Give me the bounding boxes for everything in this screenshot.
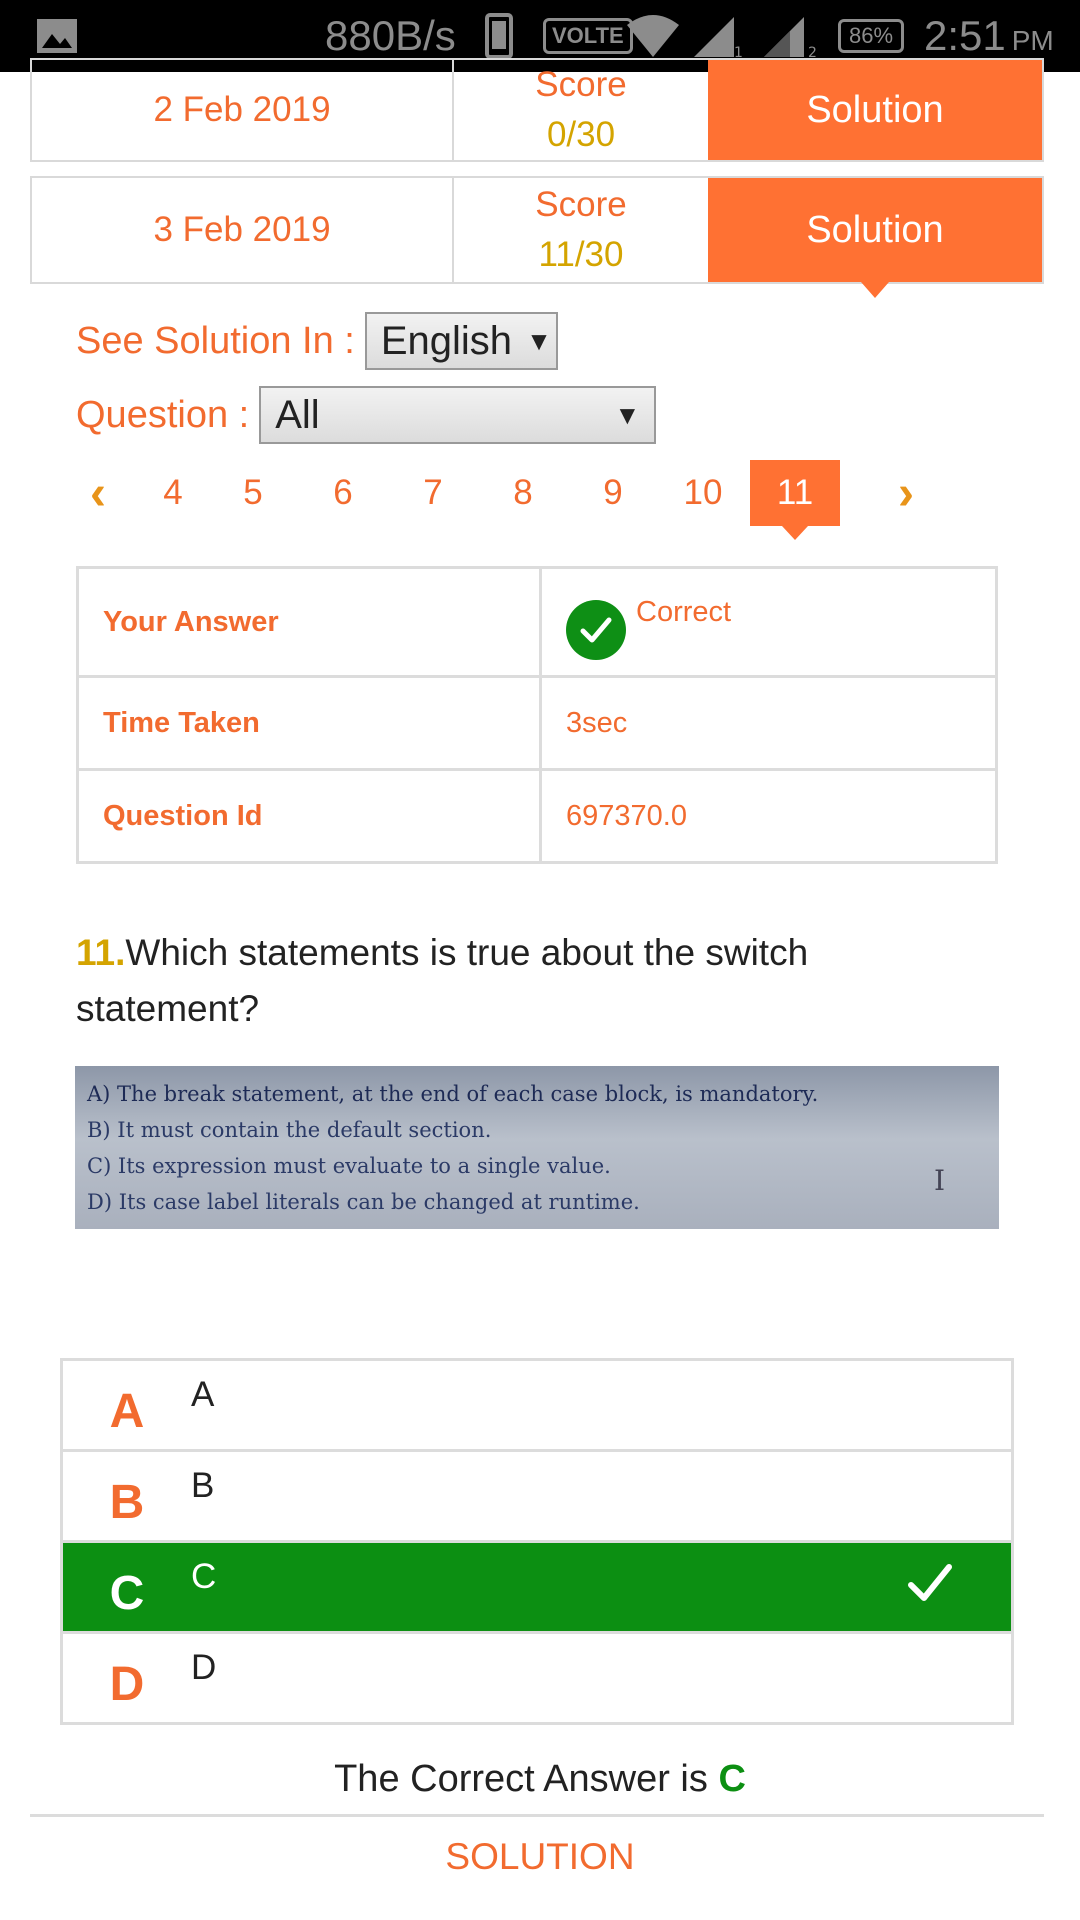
option-a[interactable]: A A [63,1361,1011,1449]
correct-answer-value: C [718,1758,746,1800]
question-image-line: D) Its case label literals can be change… [87,1190,640,1214]
correct-answer-line: The Correct Answer is C [0,1758,1080,1801]
option-text: C [191,1557,217,1596]
answer-options: A A B B C C D D [60,1358,1014,1725]
question-image-line: B) It must contain the default section. [87,1118,492,1142]
table-row: Question Id 697370.0 [76,768,998,864]
question-number: 11. [76,932,126,973]
chevron-left-icon[interactable]: ‹ [76,460,120,526]
page-item[interactable]: 8 [494,460,552,526]
option-letter: A [109,1384,145,1438]
chevron-right-icon[interactable]: › [884,460,928,526]
attempt-score: Score 11/30 [454,178,708,282]
correct-answer-prefix: The Correct Answer is [334,1758,708,1800]
page-item[interactable]: 9 [584,460,642,526]
attempt-date: 3 Feb 2019 [32,178,454,282]
language-selector-row: See Solution In : English ▼ [76,312,558,370]
question-image-line: A) The break statement, at the end of ea… [87,1082,819,1106]
option-b[interactable]: B B [63,1449,1011,1540]
score-label: Score [535,185,627,224]
page-item[interactable]: 5 [224,460,282,526]
option-text: B [191,1466,215,1505]
solution-link[interactable]: SOLUTION [0,1836,1080,1878]
option-letter: C [109,1566,145,1620]
table-row: Time Taken 3sec [76,675,998,771]
score-label: Score [535,65,627,104]
question-filter-label: Question : [76,393,250,436]
question-filter-selected: All [275,392,320,437]
svg-text:1: 1 [734,45,743,59]
divider [30,1814,1044,1817]
page-item[interactable]: 6 [314,460,372,526]
table-row: Your Answer Correct [76,566,998,678]
question-image-line: C) Its expression must evaluate to a sin… [87,1154,611,1178]
solution-button[interactable]: Solution [708,60,1042,160]
question-id-value: 697370.0 [539,768,998,864]
question-text: 11.Which statements is true about the sw… [76,925,976,1037]
dropdown-arrow-icon: ▼ [614,399,641,430]
time-taken-label: Time Taken [76,675,542,771]
attempt-row: 3 Feb 2019 Score 11/30 Solution [30,176,1044,298]
page-item[interactable]: 10 [666,460,740,526]
clock-time: 2:51 [924,12,1006,59]
language-dropdown[interactable]: English ▼ [364,312,558,370]
attempt-date: 2 Feb 2019 [32,60,454,160]
your-answer-label: Your Answer [76,566,542,678]
checkmark-icon [907,1561,953,1610]
language-selected: English [380,318,513,363]
option-c[interactable]: C C [63,1540,1011,1631]
question-body: Which statements is true about the switc… [76,932,809,1029]
option-letter: D [109,1657,145,1711]
question-filter-row: Question : All ▼ [76,386,657,444]
score-value: 0/30 [546,115,616,154]
page-item[interactable]: 4 [148,460,198,526]
question-filter-dropdown[interactable]: All ▼ [259,386,657,444]
solution-button[interactable]: Solution [708,178,1042,298]
option-text: D [191,1648,217,1687]
question-image: A) The break statement, at the end of ea… [75,1066,999,1229]
language-label: See Solution In : [76,319,355,362]
dropdown-arrow-icon: ▼ [526,325,552,356]
page-item-active[interactable]: 11 [750,460,840,540]
text-cursor-mark: I [933,1164,945,1197]
page-item[interactable]: 7 [404,460,462,526]
option-letter: B [109,1475,145,1529]
question-id-label: Question Id [76,768,542,864]
option-d[interactable]: D D [63,1631,1011,1722]
attempt-row: 2 Feb 2019 Score 0/30 Solution [30,58,1044,162]
svg-text:2: 2 [808,45,817,59]
clock-ampm: PM [1011,25,1054,56]
time-taken-value: 3sec [539,675,998,771]
answer-info-table: Your Answer Correct Time Taken 3sec Ques… [76,566,998,864]
score-value: 11/30 [538,235,624,274]
your-answer-cell: Correct [539,566,998,678]
check-circle-icon [566,600,626,660]
option-text: A [191,1375,215,1414]
attempt-score: Score 0/30 [454,60,708,160]
your-answer-value: Correct [636,595,732,628]
